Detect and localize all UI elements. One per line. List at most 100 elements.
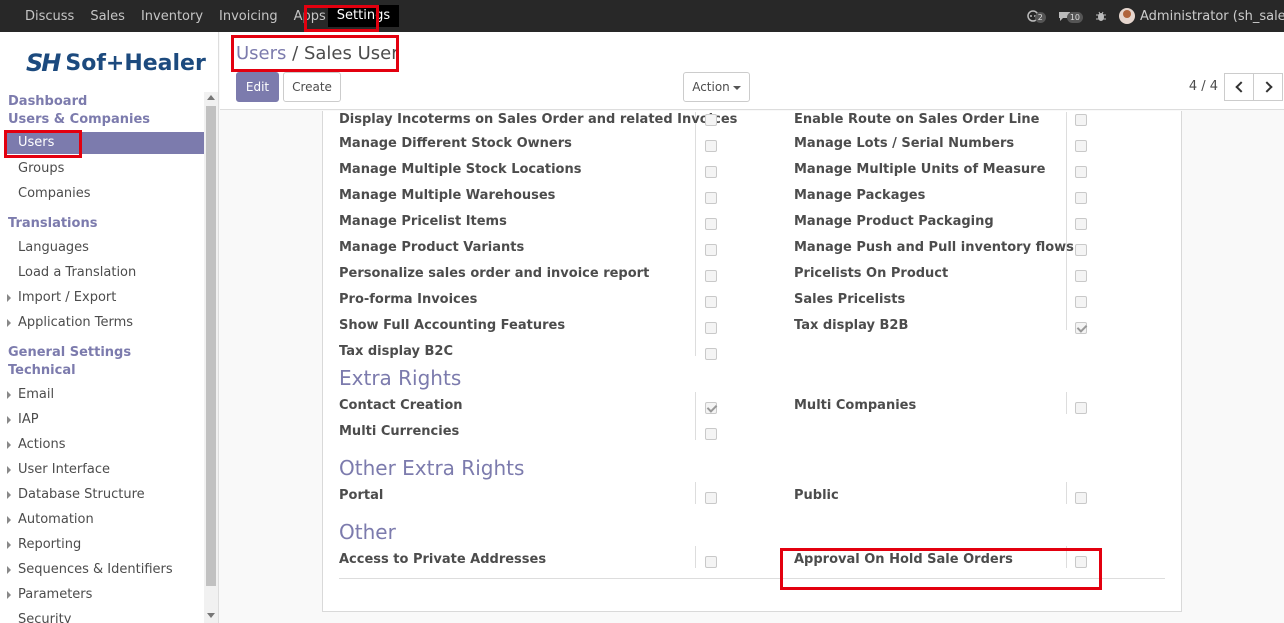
right-label: Contact Creation bbox=[339, 398, 463, 413]
sidebar-item-companies[interactable]: Companies bbox=[18, 186, 91, 201]
logo-word: Sof+Healer bbox=[65, 50, 206, 76]
right-checkbox[interactable] bbox=[705, 166, 717, 178]
multi-companies-checkbox[interactable] bbox=[1075, 402, 1087, 414]
user-menu[interactable]: Administrator (sh_sale_... bbox=[1140, 9, 1284, 24]
scroll-up-icon[interactable] bbox=[207, 95, 215, 100]
sidebar-item-load-translation[interactable]: Load a Translation bbox=[18, 265, 136, 280]
sidebar-item-user-interface[interactable]: User Interface bbox=[7, 462, 110, 477]
chevron-left-icon bbox=[1235, 81, 1247, 93]
activity-button[interactable]: 10 bbox=[1058, 9, 1083, 23]
right-label: Tax display B2B bbox=[794, 318, 909, 333]
sidebar-item-sequences[interactable]: Sequences & Identifiers bbox=[7, 562, 173, 577]
menu-invoicing[interactable]: Invoicing bbox=[219, 9, 278, 24]
sidebar-item-parameters[interactable]: Parameters bbox=[6, 587, 92, 602]
scrollbar-thumb[interactable] bbox=[206, 106, 216, 586]
scroll-down-icon[interactable] bbox=[207, 613, 215, 618]
menu-apps[interactable]: Apps bbox=[294, 9, 326, 24]
approval-on-hold-checkbox[interactable] bbox=[1075, 556, 1087, 568]
right-label: Approval On Hold Sale Orders bbox=[794, 552, 1013, 567]
sidebar-item-security[interactable]: Security bbox=[18, 612, 71, 623]
menu-discuss[interactable]: Discuss bbox=[25, 9, 74, 24]
sidebar-item-automation[interactable]: Automation bbox=[7, 512, 94, 527]
right-label: Manage Multiple Warehouses bbox=[339, 188, 556, 203]
group-title-other: Other bbox=[339, 520, 396, 544]
public-checkbox[interactable] bbox=[1075, 492, 1087, 504]
right-checkbox[interactable] bbox=[705, 322, 717, 334]
right-label: Display Incoterms on Sales Order and rel… bbox=[339, 112, 738, 126]
contact-creation-checkbox[interactable] bbox=[705, 402, 717, 414]
debug-button[interactable] bbox=[1095, 10, 1107, 22]
sidebar-scrollbar[interactable] bbox=[204, 92, 218, 623]
menu-settings[interactable]: Settings bbox=[327, 5, 400, 27]
right-checkbox[interactable] bbox=[705, 114, 717, 126]
sidebar-section-dashboard[interactable]: Dashboard bbox=[8, 94, 87, 109]
menu-inventory[interactable]: Inventory bbox=[141, 9, 203, 24]
right-checkbox[interactable] bbox=[1075, 244, 1087, 256]
right-checkbox-checked[interactable] bbox=[1075, 322, 1087, 334]
right-checkbox[interactable] bbox=[1075, 140, 1087, 152]
right-checkbox[interactable] bbox=[705, 270, 717, 282]
form-sheet: Display Incoterms on Sales Order and rel… bbox=[322, 111, 1182, 612]
sidebar-item-database-structure[interactable]: Database Structure bbox=[7, 487, 145, 502]
pager-previous-button[interactable] bbox=[1224, 73, 1254, 101]
breadcrumb-users-link[interactable]: Users bbox=[236, 43, 286, 64]
bug-icon bbox=[1096, 11, 1106, 21]
pager-next-button[interactable] bbox=[1253, 73, 1283, 101]
right-label: Public bbox=[794, 488, 839, 503]
sidebar-section-technical[interactable]: Technical bbox=[8, 363, 76, 378]
pager-value[interactable]: 4 / 4 bbox=[1189, 79, 1218, 94]
column-separator bbox=[1066, 392, 1067, 414]
create-button[interactable]: Create bbox=[283, 72, 341, 102]
right-checkbox[interactable] bbox=[1075, 114, 1087, 126]
column-separator bbox=[695, 546, 696, 568]
sidebar-section-general-settings[interactable]: General Settings bbox=[8, 345, 131, 360]
top-navbar: Discuss Sales Inventory Invoicing Apps S… bbox=[0, 0, 1284, 32]
right-checkbox[interactable] bbox=[1075, 296, 1087, 308]
right-checkbox[interactable] bbox=[705, 296, 717, 308]
right-checkbox[interactable] bbox=[705, 244, 717, 256]
right-label: Portal bbox=[339, 488, 384, 503]
sidebar-item-application-terms[interactable]: Application Terms bbox=[6, 315, 133, 330]
control-panel: Users / Sales User Edit Create Action 4 … bbox=[220, 32, 1284, 110]
sidebar-item-iap[interactable]: IAP bbox=[7, 412, 39, 427]
right-label: Manage Multiple Units of Measure bbox=[794, 162, 1046, 177]
right-label: Manage Product Packaging bbox=[794, 214, 994, 229]
chat-button[interactable]: 2 bbox=[1026, 9, 1046, 23]
right-label: Manage Packages bbox=[794, 188, 926, 203]
portal-checkbox[interactable] bbox=[705, 492, 717, 504]
right-checkbox[interactable] bbox=[705, 348, 717, 360]
sidebar-item-users[interactable]: Users bbox=[4, 132, 204, 154]
right-checkbox[interactable] bbox=[705, 218, 717, 230]
right-checkbox[interactable] bbox=[1075, 218, 1087, 230]
right-label: Manage Different Stock Owners bbox=[339, 136, 572, 151]
avatar[interactable] bbox=[1119, 8, 1135, 24]
systray: 2 10 Administrator (sh_sale_... bbox=[1026, 0, 1284, 32]
edit-button[interactable]: Edit bbox=[236, 72, 279, 102]
private-addresses-checkbox[interactable] bbox=[705, 556, 717, 568]
multi-currencies-checkbox[interactable] bbox=[705, 428, 717, 440]
sidebar-item-email[interactable]: Email bbox=[6, 387, 54, 402]
sidebar-section-translations[interactable]: Translations bbox=[8, 216, 97, 231]
sidebar-item-actions[interactable]: Actions bbox=[7, 437, 66, 452]
sidebar-item-groups[interactable]: Groups bbox=[18, 161, 64, 176]
sidebar-section-users-companies[interactable]: Users & Companies bbox=[8, 112, 150, 127]
right-label: Sales Pricelists bbox=[794, 292, 906, 307]
right-checkbox[interactable] bbox=[1075, 192, 1087, 204]
right-label: Manage Pricelist Items bbox=[339, 214, 507, 229]
right-label: Multi Currencies bbox=[339, 424, 460, 439]
sidebar-item-reporting[interactable]: Reporting bbox=[6, 537, 81, 552]
sidebar-item-languages[interactable]: Languages bbox=[18, 240, 89, 255]
group-title-extra-rights: Extra Rights bbox=[339, 366, 462, 390]
divider bbox=[339, 578, 1165, 579]
chat-counter: 2 bbox=[1034, 12, 1046, 23]
right-label: Tax display B2C bbox=[339, 344, 454, 359]
right-checkbox[interactable] bbox=[1075, 166, 1087, 178]
chevron-down-icon bbox=[732, 85, 741, 90]
right-checkbox[interactable] bbox=[705, 192, 717, 204]
right-checkbox[interactable] bbox=[705, 140, 717, 152]
action-dropdown[interactable]: Action bbox=[683, 72, 750, 102]
sidebar-item-import-export[interactable]: Import / Export bbox=[6, 290, 116, 305]
menu-sales[interactable]: Sales bbox=[90, 9, 125, 24]
column-separator bbox=[1066, 546, 1067, 568]
right-checkbox[interactable] bbox=[1075, 270, 1087, 282]
